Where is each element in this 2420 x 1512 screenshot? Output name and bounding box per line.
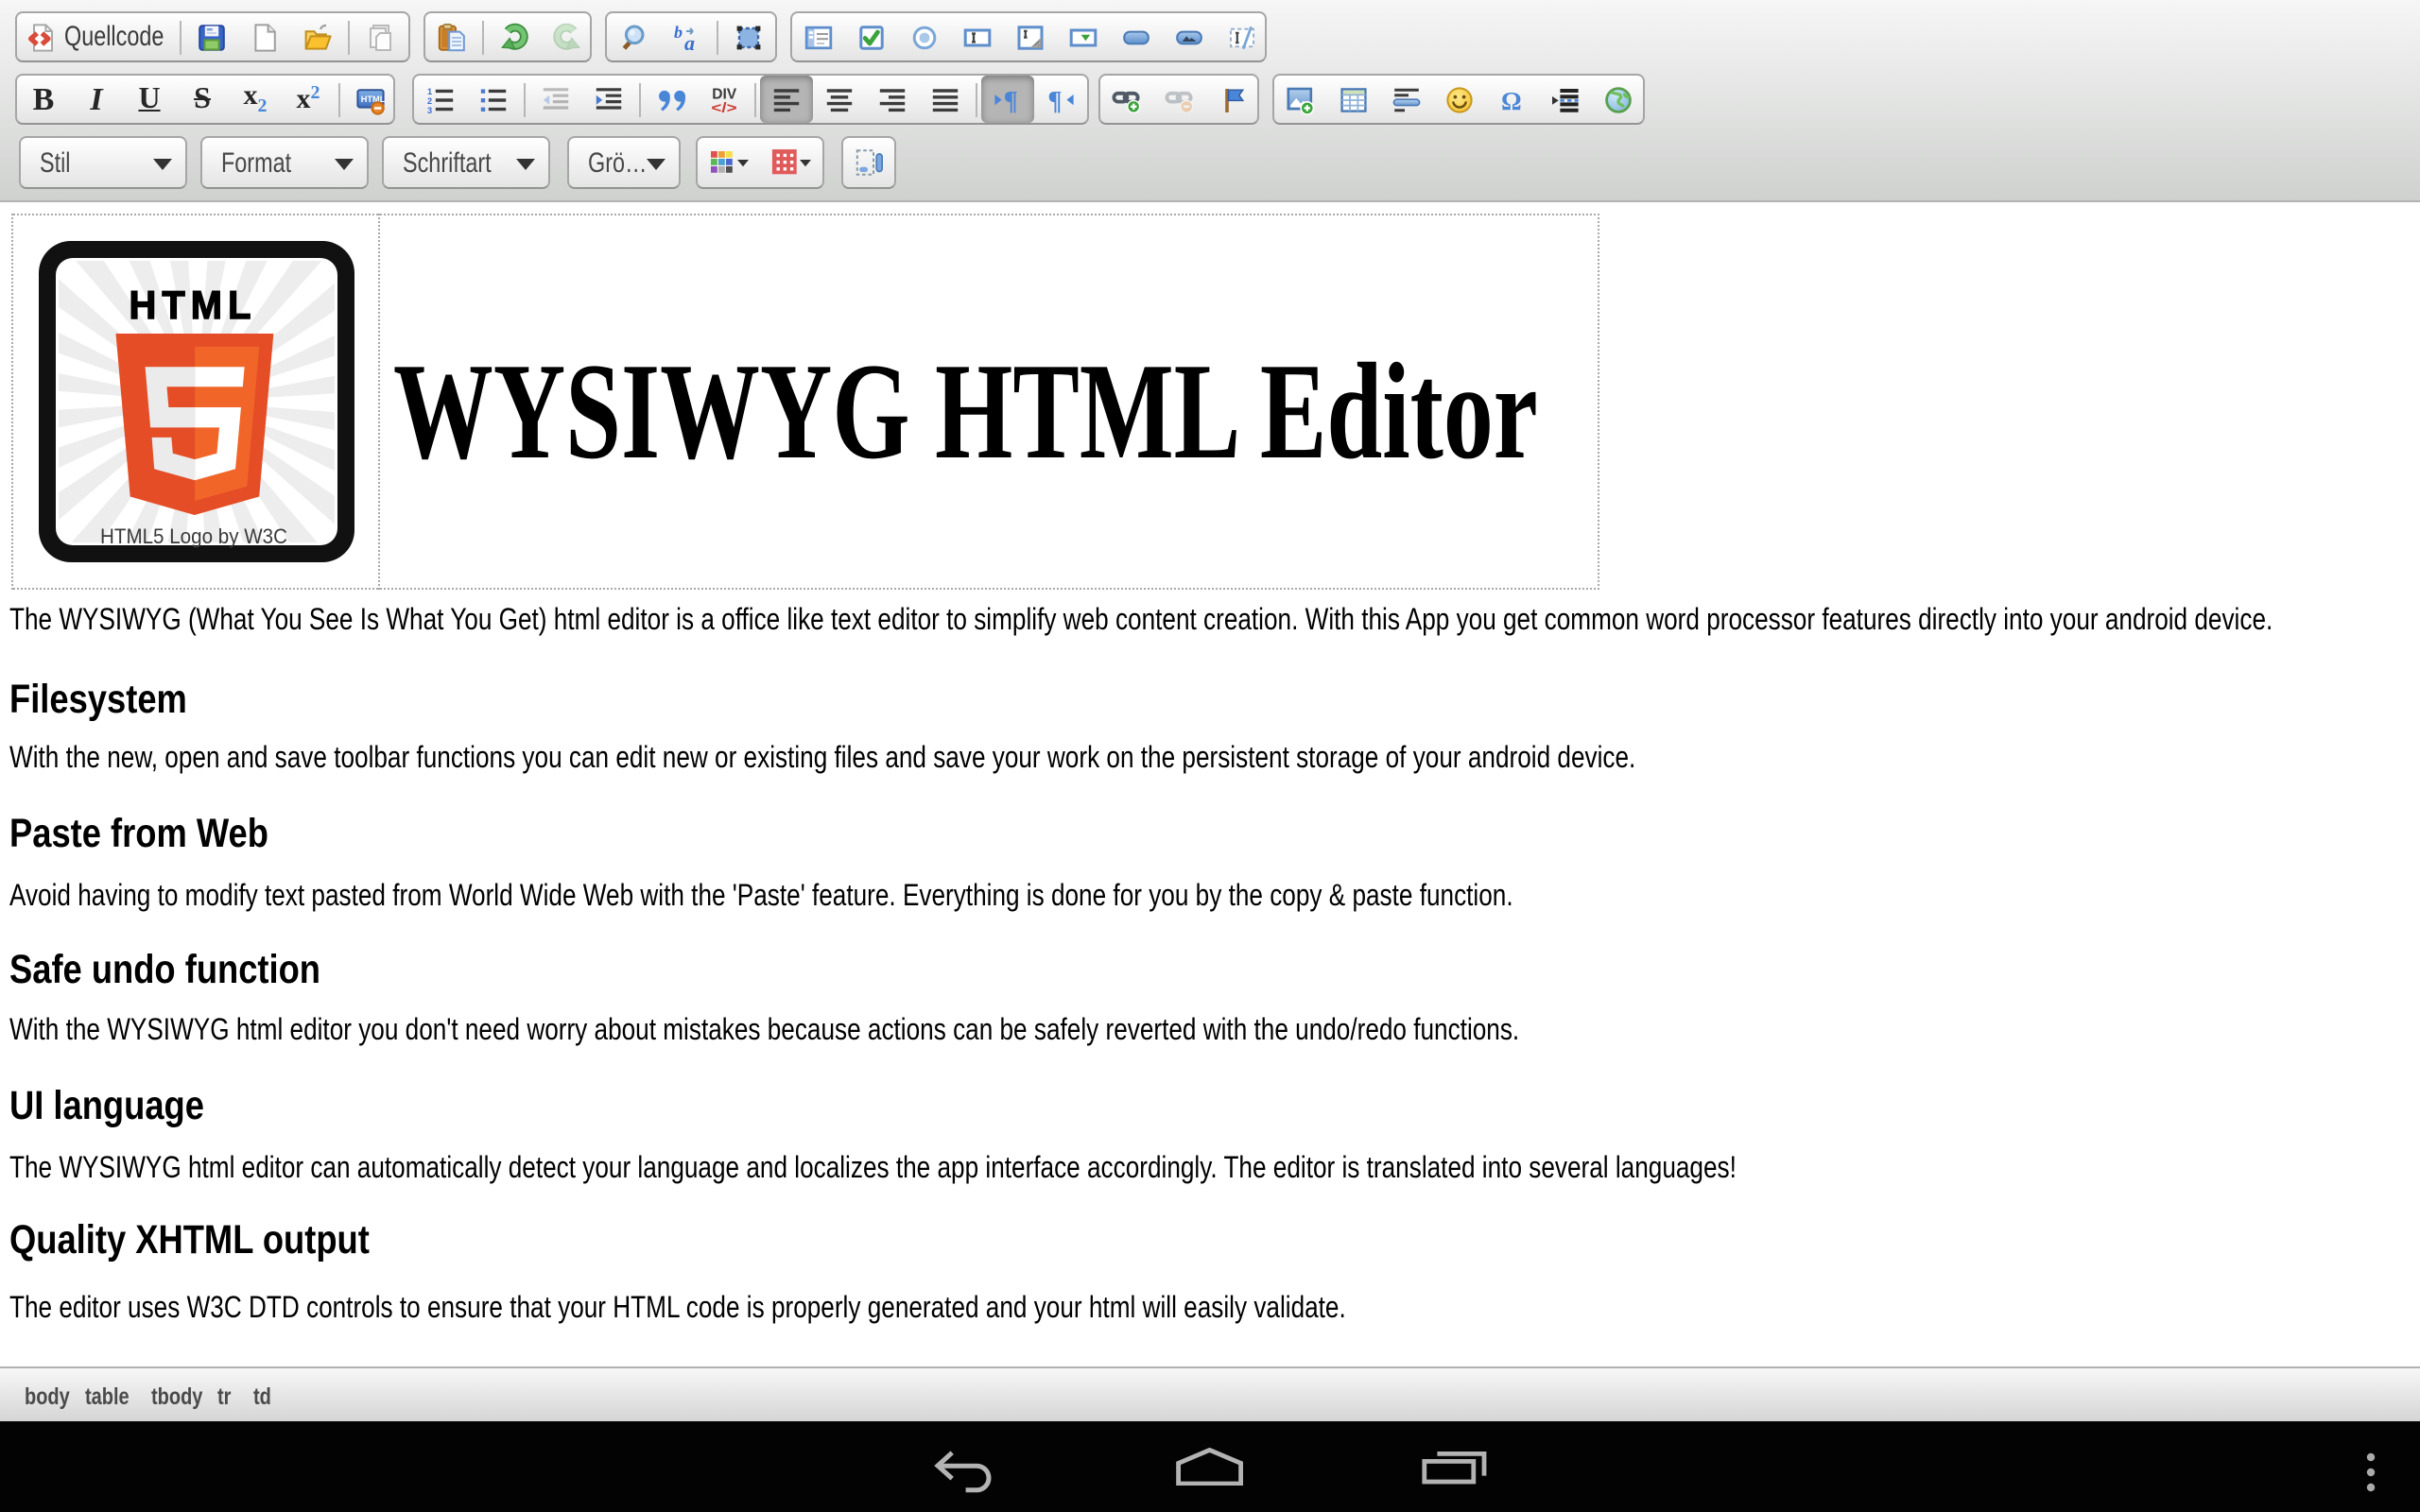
svg-text:¶: ¶	[1003, 86, 1017, 114]
svg-text:1: 1	[426, 86, 431, 95]
svg-text:¶: ¶	[1046, 86, 1061, 114]
svg-text:Ω: Ω	[1502, 86, 1523, 114]
svg-text:</>: </>	[710, 99, 735, 114]
svg-text:HTML: HTML	[361, 94, 386, 103]
svg-text:HTML5 Logo by W3C: HTML5 Logo by W3C	[100, 524, 287, 547]
svg-text:HTML: HTML	[130, 282, 257, 326]
svg-text:2: 2	[426, 95, 431, 105]
svg-text:3: 3	[426, 105, 431, 114]
svg-text:b: b	[674, 22, 683, 41]
svg-text:a: a	[684, 30, 695, 52]
